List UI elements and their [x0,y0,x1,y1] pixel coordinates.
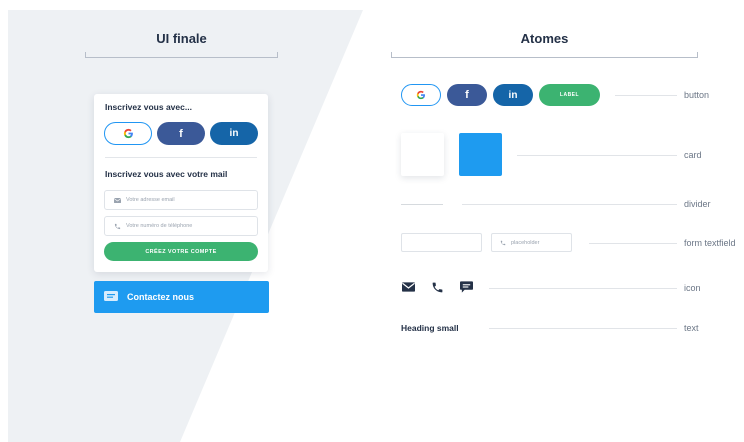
atom-card-blue [459,133,502,176]
card-divider [105,157,257,158]
email-field[interactable]: Votre adresse email [104,190,258,210]
guide-line-card [517,155,677,156]
facebook-icon: f [179,127,183,140]
textfield-placeholder: placeholder [511,239,540,246]
social-signup-heading: Inscrivez vous avec... [105,102,192,112]
facebook-signup-button[interactable]: f [157,122,205,145]
mail-signup-heading: Inscrivez vous avec votre mail [105,169,228,179]
atom-heading-small: Heading small [401,323,459,333]
guide-line-button [615,95,677,96]
section-bracket-right [391,52,698,58]
linkedin-icon: in [508,89,518,101]
guide-line-textfield [589,243,677,244]
atom-google-button[interactable] [401,84,441,106]
guide-line-text [489,328,677,329]
atom-name-button: button [684,90,710,100]
phone-placeholder: Votre numéro de téléphone [126,223,193,229]
section-bracket-left [85,52,278,58]
atom-textfield-placeholder[interactable]: placeholder [491,233,572,252]
guide-line-divider [462,204,677,205]
linkedin-icon: in [229,128,239,139]
phone-field[interactable]: Votre numéro de téléphone [104,216,258,236]
atom-label-button[interactable]: LABEL [539,84,600,106]
atom-card-white [401,133,444,176]
signup-card: Inscrivez vous avec... f in Inscrivez vo… [94,94,268,272]
contact-button[interactable]: Contactez nous [94,281,269,313]
email-placeholder: Votre adresse email [126,197,175,203]
google-icon [123,128,133,139]
chat-icon [459,280,473,294]
atom-name-form-textfield: form textfield [684,238,736,248]
atom-linkedin-button[interactable]: in [493,84,533,106]
chat-icon [104,291,118,303]
section-title-ui-finale: UI finale [156,31,207,46]
phone-icon [430,280,444,294]
atom-divider-sample [401,204,443,205]
linkedin-signup-button[interactable]: in [210,122,258,145]
phone-icon [112,223,122,230]
atom-facebook-button[interactable]: f [447,84,487,106]
guide-line-icon [489,288,677,289]
social-buttons-row: f in [104,122,258,145]
atom-name-icon: icon [684,283,701,293]
google-icon [416,90,425,100]
atom-textfield-empty[interactable] [401,233,482,252]
create-account-button[interactable]: CRÉEZ VOTRE COMPTE [104,242,258,261]
atom-name-card: card [684,150,702,160]
atom-name-divider: divider [684,199,711,209]
phone-icon [500,240,506,245]
atom-name-text: text [684,323,699,333]
mail-icon [401,280,415,294]
contact-button-label: Contactez nous [127,292,195,302]
facebook-icon: f [465,89,469,101]
mail-icon [112,197,122,203]
google-signup-button[interactable] [104,122,152,145]
section-title-atomes: Atomes [520,31,569,46]
